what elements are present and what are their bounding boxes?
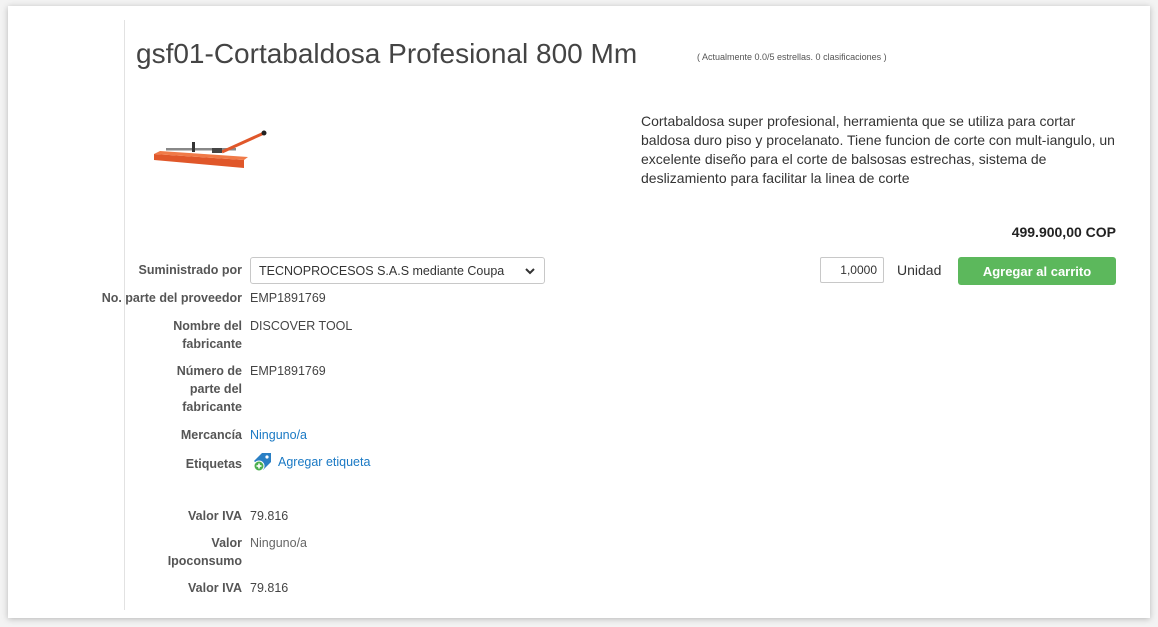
manufacturer-label-text: Nombre del fabricante: [173, 319, 242, 351]
manufacturer-value: DISCOVER TOOL: [250, 319, 353, 333]
chevron-down-icon: [525, 267, 535, 274]
unit-label: Unidad: [897, 262, 942, 278]
tile-cutter-product-image[interactable]: [152, 130, 272, 170]
ipoconsumo-label: Valor Ipoconsumo: [88, 534, 242, 570]
add-to-cart-button[interactable]: Agregar al carrito: [958, 257, 1116, 285]
manufacturer-part-label-text: Número de parte del fabricante: [176, 364, 242, 414]
product-title: gsf01-Cortabaldosa Profesional 800 Mm: [136, 38, 638, 69]
supplier-selected-value: TECNOPROCESOS S.A.S mediante Coupa: [259, 263, 505, 278]
commodity-label: Mercancía: [180, 428, 242, 442]
iva-label: Valor IVA: [188, 509, 242, 523]
product-description: Cortabaldosa super profesional, herramie…: [641, 113, 1115, 186]
supplier-part-label: No. parte del proveedor: [101, 291, 242, 305]
manufacturer-part-value: EMP1891769: [250, 364, 326, 378]
product-price: 499.900,00 COP: [1011, 224, 1116, 240]
add-tag-link[interactable]: Agregar etiqueta: [252, 452, 370, 472]
iva-value: 79.816: [250, 509, 289, 523]
supplier-part-value: EMP1891769: [250, 291, 326, 305]
supplier-select[interactable]: TECNOPROCESOS S.A.S mediante Coupa: [250, 257, 545, 284]
tags-label: Etiquetas: [185, 457, 242, 471]
add-tag-text[interactable]: Agregar etiqueta: [278, 453, 370, 471]
ipoconsumo-label-text: Valor Ipoconsumo: [167, 536, 242, 568]
ipoconsumo-value: Ninguno/a: [250, 536, 307, 550]
manufacturer-label: Nombre del fabricante: [88, 317, 242, 353]
rating-summary[interactable]: ( Actualmente 0.0/5 estrellas. 0 clasifi…: [697, 52, 887, 62]
commodity-link[interactable]: Ninguno/a: [250, 426, 307, 444]
manufacturer-part-label: Número de parte del fabricante: [88, 362, 242, 416]
quantity-input[interactable]: [820, 257, 884, 283]
product-card: [8, 6, 1150, 618]
supplier-label: Suministrado por: [138, 263, 242, 277]
iva-label-2: Valor IVA: [188, 581, 242, 595]
add-tag-icon: [253, 453, 271, 472]
iva-value-2: 79.816: [250, 581, 289, 595]
